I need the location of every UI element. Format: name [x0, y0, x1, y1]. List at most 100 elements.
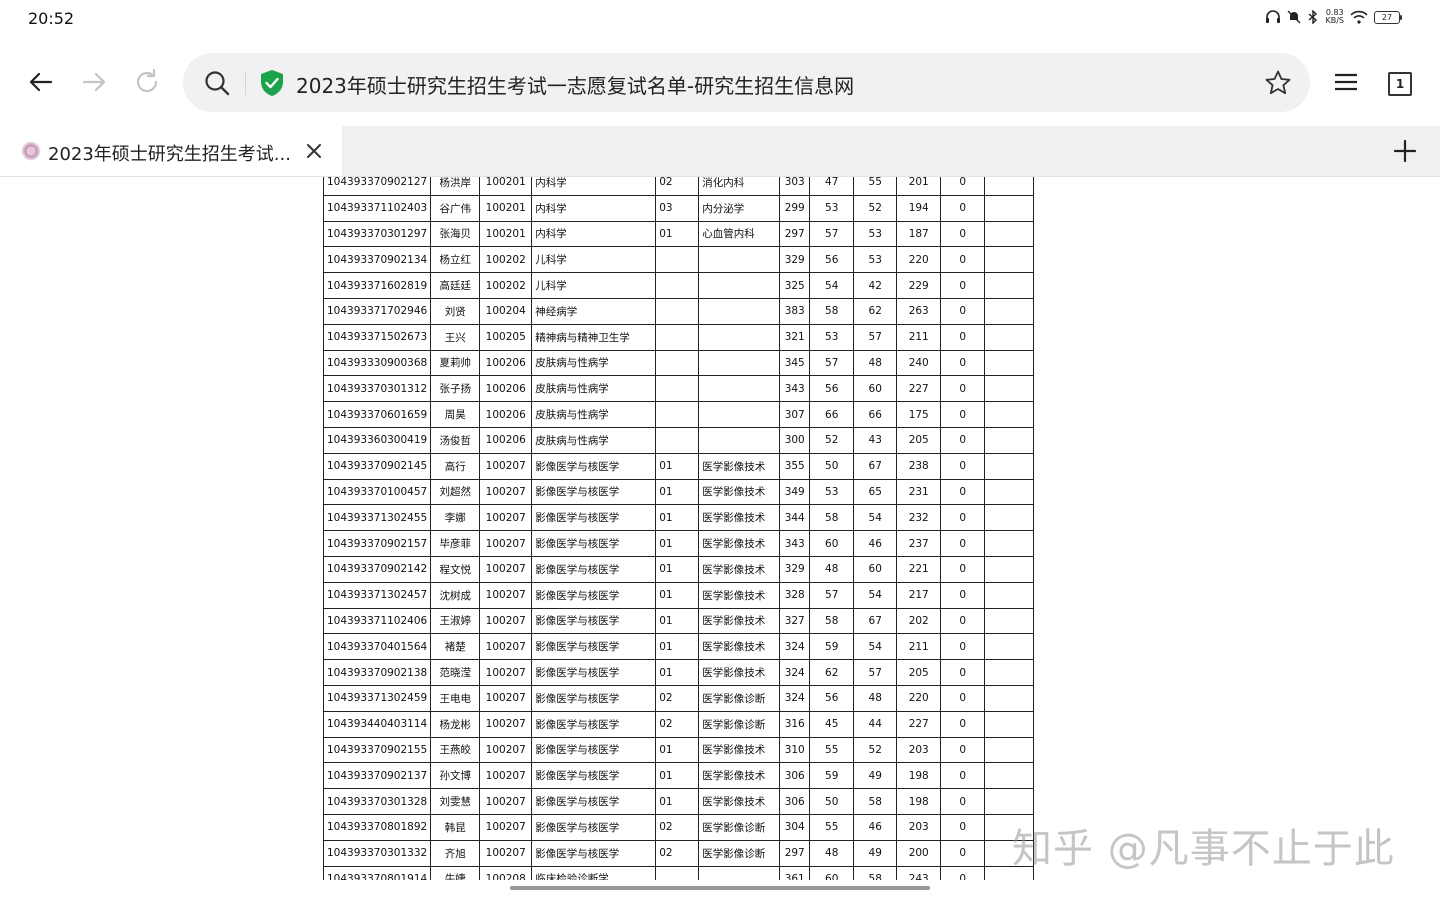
status-time: 20:52	[28, 9, 75, 28]
cell-professional-score: 221	[896, 555, 942, 583]
tab-active[interactable]: 2023年硕士研究生招生考试...	[0, 126, 342, 176]
cell-professional-score: 198	[896, 788, 942, 815]
watermark: 知乎 @凡事不止于此	[1012, 826, 1395, 872]
page-content[interactable]: 104393370902127 杨洪岸 100201 内科学 02 消化内科 303 47 55…	[0, 177, 1440, 880]
cell-professional-score: 205	[896, 659, 942, 686]
cell-exam-id: 104393370902145	[322, 452, 432, 480]
table-row: 104393370902155 王燕皎 100207 影像医学与核医学 01 医学影像技术…	[322, 736, 1035, 764]
cell-name: 程文悦	[430, 555, 481, 583]
cell-exam-id: 104393371502673	[322, 323, 432, 351]
address-bar[interactable]: 2023年硕士研究生招生考试一志愿复试名单-研究生招生信息网	[183, 53, 1310, 112]
candidate-table: 104393370902127 杨洪岸 100201 内科学 02 消化内科 303 47 55…	[322, 177, 1035, 880]
address-divider	[245, 71, 246, 95]
cell-politics-score: 66	[809, 401, 855, 428]
table-row: 104393370301297 张海贝 100201 内科学 01 心血管内科 297 57 5…	[322, 220, 1035, 248]
cell-extra: 0	[940, 581, 986, 609]
cell-english-score: 53	[853, 220, 898, 248]
cell-english-score: 54	[853, 633, 898, 661]
cell-major-code: 100207	[479, 607, 533, 635]
cell-direction-code	[655, 375, 700, 403]
cell-politics-score: 57	[809, 349, 855, 377]
cell-total-score: 306	[779, 788, 811, 815]
cell-total-score: 344	[779, 504, 811, 532]
cell-total-score: 304	[779, 813, 811, 841]
table-row: 104393440403114 杨龙彬 100207 影像医学与核医学 02 医学影像诊断…	[322, 710, 1035, 738]
cell-direction-name	[698, 426, 781, 454]
cell-major-name: 影像医学与核医学	[531, 839, 657, 867]
cell-english-score: 58	[853, 865, 898, 880]
table-row: 104393370601659 周昊 100206 皮肤病与性病学 307 66 66 175…	[322, 401, 1035, 428]
cell-blank	[984, 297, 1035, 325]
cell-major-name: 影像医学与核医学	[531, 710, 657, 738]
cell-blank	[984, 607, 1035, 635]
cell-direction-name	[698, 272, 781, 299]
cell-major-name: 皮肤病与性病学	[531, 426, 657, 454]
cell-direction-code: 03	[655, 194, 700, 222]
table-row: 104393371502673 王兴 100205 精神病与精神卫生学 321 53 57 2…	[322, 323, 1035, 351]
cell-politics-score: 52	[809, 426, 855, 454]
arrow-left-icon	[29, 72, 53, 92]
cell-name: 齐旭	[430, 839, 481, 867]
cell-blank	[984, 177, 1035, 196]
cell-exam-id: 104393370301332	[322, 839, 432, 867]
cell-extra: 0	[940, 530, 986, 557]
cell-direction-code: 01	[655, 478, 700, 506]
cell-direction-code	[655, 865, 700, 880]
close-icon[interactable]	[304, 141, 324, 161]
cell-major-code: 100207	[479, 659, 533, 686]
tab-title: 2023年硕士研究生招生考试...	[48, 144, 291, 165]
table-row: 104393330900368 夏莉帅 100206 皮肤病与性病学 345 57 48 24…	[322, 349, 1035, 377]
reload-button[interactable]	[129, 64, 165, 100]
cell-major-code: 100201	[479, 177, 533, 196]
cell-blank	[984, 762, 1035, 790]
cell-total-score: 345	[779, 349, 811, 377]
table-row: 104393360300419 汤俊哲 100206 皮肤病与性病学 300 52 43 20…	[322, 426, 1035, 454]
cell-blank	[984, 478, 1035, 506]
cell-blank	[984, 581, 1035, 609]
cell-direction-code	[655, 272, 700, 299]
cell-exam-id: 104393370902157	[322, 530, 432, 557]
cell-extra: 0	[940, 813, 986, 841]
cell-direction-code: 02	[655, 684, 700, 712]
cell-exam-id: 104393370601659	[322, 401, 432, 428]
cell-major-name: 临床检验诊断学	[531, 865, 657, 880]
back-button[interactable]	[23, 64, 59, 100]
table-row: 104393370801914 牛婕 100208 临床检验诊断学 361 60 58 243…	[322, 865, 1035, 880]
cell-direction-code: 01	[655, 581, 700, 609]
plus-icon[interactable]	[1392, 138, 1418, 164]
address-text: 2023年硕士研究生招生考试一志愿复试名单-研究生招生信息网	[296, 74, 855, 98]
cell-major-code: 100207	[479, 452, 533, 480]
gesture-bar[interactable]	[510, 886, 930, 890]
cell-name: 王电电	[430, 684, 481, 712]
headphones-icon	[1266, 10, 1281, 23]
cell-major-name: 影像医学与核医学	[531, 736, 657, 764]
search-icon	[205, 71, 230, 96]
cell-name: 刘贤	[430, 297, 481, 325]
cell-direction-code: 01	[655, 633, 700, 661]
cell-name: 谷广伟	[430, 194, 481, 222]
cell-exam-id: 104393370902142	[322, 555, 432, 583]
cell-english-score: 53	[853, 246, 898, 274]
cell-total-score: 355	[779, 452, 811, 480]
cell-direction-name	[698, 865, 781, 880]
cell-extra: 0	[940, 272, 986, 299]
cell-direction-name: 医学影像诊断	[698, 839, 781, 867]
cell-extra: 0	[940, 633, 986, 661]
cell-blank	[984, 736, 1035, 764]
table-row: 104393370902142 程文悦 100207 影像医学与核医学 01 医学影像技术…	[322, 555, 1035, 583]
cell-blank	[984, 788, 1035, 815]
cell-major-code: 100207	[479, 813, 533, 841]
cell-name: 范晓滢	[430, 659, 481, 686]
menu-icon[interactable]	[1332, 70, 1360, 94]
cell-major-name: 儿科学	[531, 272, 657, 299]
cell-name: 张海贝	[430, 220, 481, 248]
bookmark-star-icon[interactable]	[1264, 69, 1292, 97]
cell-blank	[984, 401, 1035, 428]
cell-extra: 0	[940, 246, 986, 274]
cell-name: 毕彦菲	[430, 530, 481, 557]
cell-politics-score: 58	[809, 297, 855, 325]
tab-switcher-button[interactable]: 1	[1388, 72, 1412, 96]
forward-button[interactable]	[76, 64, 112, 100]
cell-english-score: 66	[853, 401, 898, 428]
cell-name: 李娜	[430, 504, 481, 532]
